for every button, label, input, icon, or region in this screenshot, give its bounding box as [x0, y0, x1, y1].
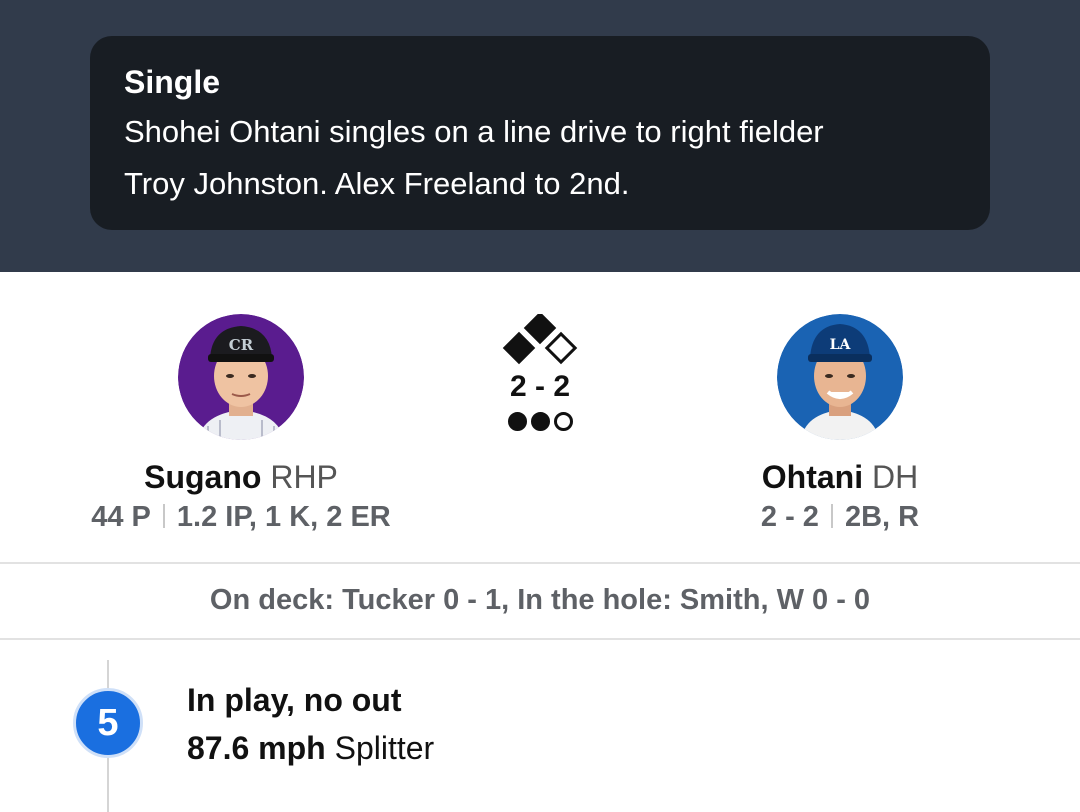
pitch-speed: 87.6 mph — [187, 730, 326, 766]
on-deck-bar: On deck: Tucker 0 - 1, In the hole: Smit… — [0, 562, 1080, 640]
pitcher-last-name: Sugano — [144, 459, 262, 495]
pitcher-cap-logo: CR — [229, 336, 254, 354]
third-base-icon — [502, 331, 536, 365]
out-dot-icon — [553, 412, 573, 431]
ball-strike-count: 2 - 2 — [509, 370, 571, 403]
batter-position: DH — [872, 459, 919, 495]
outs-indicator — [490, 412, 590, 431]
bases-diamond-icon — [502, 314, 578, 365]
play-description-line: Shohei Ohtani singles on a line drive to… — [124, 114, 824, 149]
pitcher-pitch-count: 44 P — [91, 501, 151, 533]
pitch-result: In play, no out — [187, 682, 402, 718]
first-base-icon — [544, 331, 578, 365]
pitcher-line: 1.2 IP, 1 K, 2 ER — [176, 501, 391, 533]
pitcher-position: RHP — [270, 459, 338, 495]
out-dot-icon — [507, 412, 527, 431]
pitcher-card[interactable]: CR Sugano RHP 44 P 1.2 IP, 1 K, 2 ER — [41, 314, 441, 536]
pitcher-name: Sugano RHP — [41, 458, 441, 496]
pitcher-stats: 44 P 1.2 IP, 1 K, 2 ER — [41, 498, 441, 536]
out-dot-icon — [530, 412, 550, 431]
batter-stats: 2 - 2 2B, R — [640, 498, 1040, 536]
play-description-line: Troy Johnston. Alex Freeland to 2nd. — [124, 166, 630, 201]
play-title: Single — [124, 64, 221, 100]
batter-line: 2B, R — [844, 501, 920, 533]
play-description-card: Single Shohei Ohtani singles on a line d… — [90, 36, 990, 230]
batter-avatar: LA — [777, 314, 903, 440]
pitch-detail: 87.6 mph Splitter — [187, 728, 434, 768]
batter-name: Ohtani DH — [640, 458, 1040, 496]
pitch-type: Splitter — [334, 730, 435, 766]
batter-headshot-icon: LA — [777, 314, 903, 440]
play-header-band: Single Shohei Ohtani singles on a line d… — [0, 0, 1080, 272]
pitch-number-badge: 5 — [73, 688, 143, 758]
batter-today: 2 - 2 — [760, 501, 819, 533]
count-indicator: 2 - 2 — [490, 314, 590, 431]
batter-last-name: Ohtani — [761, 459, 864, 495]
pitch-list-item[interactable]: 5 In play, no out 87.6 mph Splitter — [0, 640, 1080, 812]
matchup-panel: CR Sugano RHP 44 P 1.2 IP, 1 K, 2 ER 2 - … — [0, 272, 1080, 562]
stat-divider — [162, 504, 165, 528]
batter-card[interactable]: LA Ohtani DH 2 - 2 2B, R — [640, 314, 1040, 536]
pitcher-avatar: CR — [178, 314, 304, 440]
stat-divider — [830, 504, 833, 528]
batter-cap-logo: LA — [830, 337, 852, 353]
second-base-icon — [523, 314, 557, 345]
pitcher-headshot-icon: CR — [178, 314, 304, 440]
play-description: Shohei Ohtani singles on a line drive to… — [124, 106, 956, 210]
